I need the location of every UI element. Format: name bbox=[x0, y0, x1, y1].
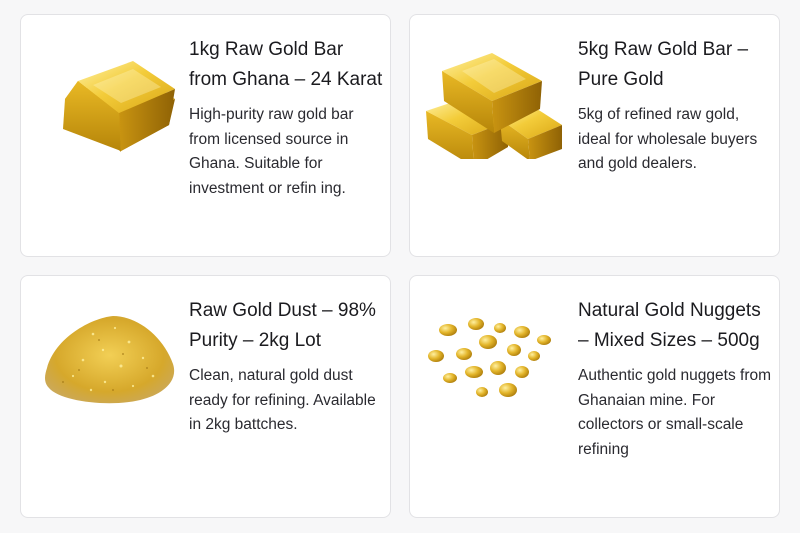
product-title[interactable]: Natural Gold Nuggets – Mixed Sizes – 500… bbox=[578, 296, 773, 356]
product-title[interactable]: Raw Gold Dust – 98% Purity – 2kg Lot bbox=[189, 296, 384, 356]
gold-nuggets-icon bbox=[422, 290, 572, 420]
product-title[interactable]: 5kg Raw Gold Bar – Pure Gold bbox=[578, 35, 773, 95]
product-description: 5kg of refined raw gold, ideal for whole… bbox=[578, 106, 758, 172]
product-card-gold-bar-1kg[interactable]: 1kg Raw Gold Bar from Ghana – 24 Karat H… bbox=[20, 14, 391, 257]
product-card-gold-nuggets[interactable]: Natural Gold Nuggets – Mixed Sizes – 500… bbox=[409, 275, 780, 518]
gold-bar-icon bbox=[33, 29, 183, 159]
stacked-gold-bars-icon bbox=[422, 29, 572, 167]
product-description: Authentic gold nuggets from Ghanaian min… bbox=[578, 367, 772, 458]
product-title[interactable]: 1kg Raw Gold Bar from Ghana – 24 Karat bbox=[189, 35, 384, 95]
product-description: Clean, natural gold dust ready for refin… bbox=[189, 367, 376, 433]
product-description: High-purity raw gold bar from licensed s… bbox=[189, 106, 354, 197]
gold-dust-icon bbox=[33, 290, 183, 420]
product-card-gold-bar-5kg[interactable]: 5kg Raw Gold Bar – Pure Gold 5kg of refi… bbox=[409, 14, 780, 257]
product-card-gold-dust[interactable]: Raw Gold Dust – 98% Purity – 2kg Lot Cle… bbox=[20, 275, 391, 518]
